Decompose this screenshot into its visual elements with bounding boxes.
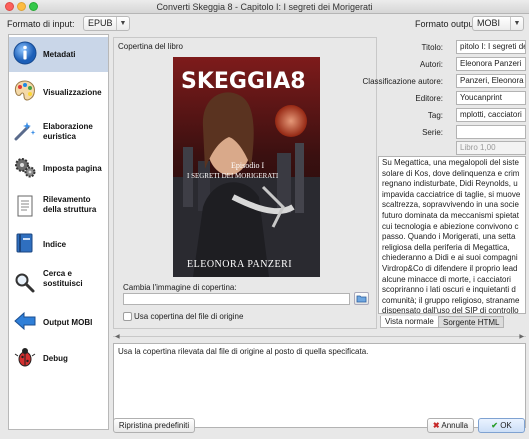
ok-button[interactable]: ✔ OK <box>478 418 525 433</box>
description-line: chiederanno a Didi e ai suoi compagni <box>382 253 518 263</box>
output-format-label: Formato output <box>415 19 477 29</box>
cover-book-author: ELEONORA PANZERI <box>187 259 293 270</box>
window-title: Converti Skeggia 8 - Capitolo I: I segre… <box>156 2 373 12</box>
description-line: regnano indisturbate, Didi Reynolds, u <box>382 179 518 189</box>
cover-path-input[interactable] <box>123 293 350 305</box>
sidebar-item-metadati[interactable]: Metadati <box>9 37 108 72</box>
change-cover-label: Cambia l'immagine di copertina: <box>123 283 237 292</box>
help-text-box: Usa la copertina rilevata dal file di or… <box>113 343 526 428</box>
wizard-icon <box>14 122 36 141</box>
zoom-window-icon[interactable] <box>29 2 38 11</box>
cover-book-title: SKEGGIA8 <box>181 69 306 94</box>
description-line: Virdrop&Co di difendere il proprio lead <box>382 263 518 273</box>
author-sort-label: Classificazione autore: <box>362 77 443 86</box>
input-format-label: Formato di input: <box>7 19 75 29</box>
collapse-right-icon[interactable]: ▶ <box>519 333 524 340</box>
sidebar-item-label: Cerca e sostituisci <box>43 269 83 288</box>
sidebar-item-debug[interactable]: Debug <box>9 341 108 376</box>
use-source-cover-checkbox[interactable] <box>123 312 132 321</box>
help-text: Usa la copertina rilevata dal file di or… <box>118 347 369 356</box>
sidebar-item-indice[interactable]: Indice <box>9 227 108 262</box>
sidebar-item-visualizzazione[interactable]: Visualizzazione <box>9 75 108 110</box>
sidebar-item-label: Debug <box>43 354 68 363</box>
sidebar-item-imposta-pagina[interactable]: Imposta pagina <box>9 151 108 186</box>
publisher-input[interactable]: Youcanprint <box>456 91 526 105</box>
cancel-label: Annulla <box>441 421 469 430</box>
sidebar: Metadati Visualizzazione Elaborazione eu… <box>8 34 109 430</box>
sidebar-item-label: Visualizzazione <box>43 88 102 97</box>
series-index-input[interactable]: Libro 1,00 <box>456 141 526 155</box>
description-line: solare di Kos, dove delinquenza e crim <box>382 168 520 178</box>
description-line: alcune minacce di morte, i cacciatori <box>382 274 511 284</box>
sidebar-item-output-mobi[interactable]: Output MOBI <box>9 305 108 340</box>
sidebar-item-label: Output MOBI <box>43 318 93 327</box>
palette-icon <box>14 80 35 101</box>
close-window-icon[interactable] <box>5 2 14 11</box>
description-line: dispensato dall'uso del SIP di controllo <box>382 306 519 314</box>
minimize-window-icon[interactable] <box>17 2 26 11</box>
gears-icon <box>15 158 36 178</box>
arrow-left-icon <box>14 311 36 331</box>
series-input[interactable] <box>456 125 526 139</box>
description-line: passo. Quando i Morigerati, una setta <box>382 232 516 242</box>
description-line: impavida cacciatrice di taglie, si muove <box>382 189 521 199</box>
info-icon <box>13 41 37 65</box>
document-icon <box>17 195 33 217</box>
sidebar-item-label: Imposta pagina <box>43 164 102 173</box>
description-line: Su Megattica, una megalopoli del siste <box>382 158 519 167</box>
authors-label: Autori: <box>419 60 443 69</box>
sidebar-item-label: Indice <box>43 240 67 249</box>
browse-cover-button[interactable] <box>354 292 369 305</box>
series-label: Serie: <box>422 128 443 137</box>
sidebar-item-euristica[interactable]: Elaborazione euristica <box>9 115 108 150</box>
ok-check-icon: ✔ <box>491 421 498 430</box>
reset-defaults-button[interactable]: Ripristina predefiniti <box>113 418 195 433</box>
cover-section-label: Copertina del libro <box>118 42 183 51</box>
description-editor[interactable]: Su Megattica, una megalopoli del siste so… <box>378 156 526 314</box>
sidebar-item-label: Metadati <box>43 50 76 59</box>
window-titlebar: Converti Skeggia 8 - Capitolo I: I segre… <box>0 0 529 14</box>
tab-html-source[interactable]: Sorgente HTML <box>438 316 505 328</box>
description-line: futuro dominata da meccanismi spietat <box>382 210 519 220</box>
sidebar-item-label: Rilevamento della struttura <box>43 195 97 214</box>
use-source-cover-label: Usa copertina del file di origine <box>134 312 244 321</box>
search-replace-icon <box>15 273 35 293</box>
sidebar-item-cerca-sostituisci[interactable]: Cerca e sostituisci <box>9 263 108 303</box>
authors-input[interactable]: Eleonora Panzeri <box>456 57 526 71</box>
cancel-button[interactable]: ✖ Annulla <box>427 418 474 433</box>
chevron-down-icon: ▼ <box>510 17 523 30</box>
cover-book-episode: Episodio I <box>231 161 265 170</box>
input-format-value: EPUB <box>88 18 113 28</box>
chevron-down-icon: ▼ <box>116 17 129 30</box>
description-line: scaltrezza, sopravvivendo in una socie <box>382 200 519 210</box>
tags-label: Tag: <box>427 111 443 120</box>
description-line: religiosa della periferia di Megattica, <box>382 242 510 252</box>
tab-normal-view[interactable]: Vista normale <box>380 316 439 328</box>
cover-book-subtitle: I SEGRETI DEI MORIGERATI <box>187 172 279 180</box>
description-line: scopriranno i lati oscuri e inquietanti … <box>382 285 516 295</box>
cover-image: SKEGGIA8 Episodio I I SEGRETI DEI MORIGE… <box>173 57 320 277</box>
cancel-x-icon: ✖ <box>432 421 440 430</box>
output-format-value: MOBI <box>477 18 501 28</box>
ok-label: OK <box>500 421 512 430</box>
tags-input[interactable]: mplotti, cacciatori <box>456 108 526 122</box>
title-label: Titolo: <box>421 43 444 52</box>
output-format-select[interactable]: MOBI ▼ <box>472 16 524 31</box>
splitter-handle[interactable]: ◀ ▶ <box>113 333 526 341</box>
title-input[interactable]: pitolo I: I segreti dei <box>456 40 526 54</box>
sidebar-item-struttura[interactable]: Rilevamento della struttura <box>9 187 108 227</box>
input-format-select[interactable]: EPUB ▼ <box>83 16 130 31</box>
description-line: comunità; il gruppo religioso, straname <box>382 295 520 305</box>
sidebar-item-label: Elaborazione euristica <box>43 122 93 141</box>
description-line: cui tecnologia e abiezione convivono c <box>382 221 519 231</box>
bug-icon <box>14 348 36 367</box>
book-icon <box>16 233 33 253</box>
author-sort-input[interactable]: Panzeri, Eleonora <box>456 74 526 88</box>
folder-icon <box>356 295 367 303</box>
publisher-label: Editore: <box>415 94 443 103</box>
collapse-left-icon[interactable]: ◀ <box>115 333 120 340</box>
